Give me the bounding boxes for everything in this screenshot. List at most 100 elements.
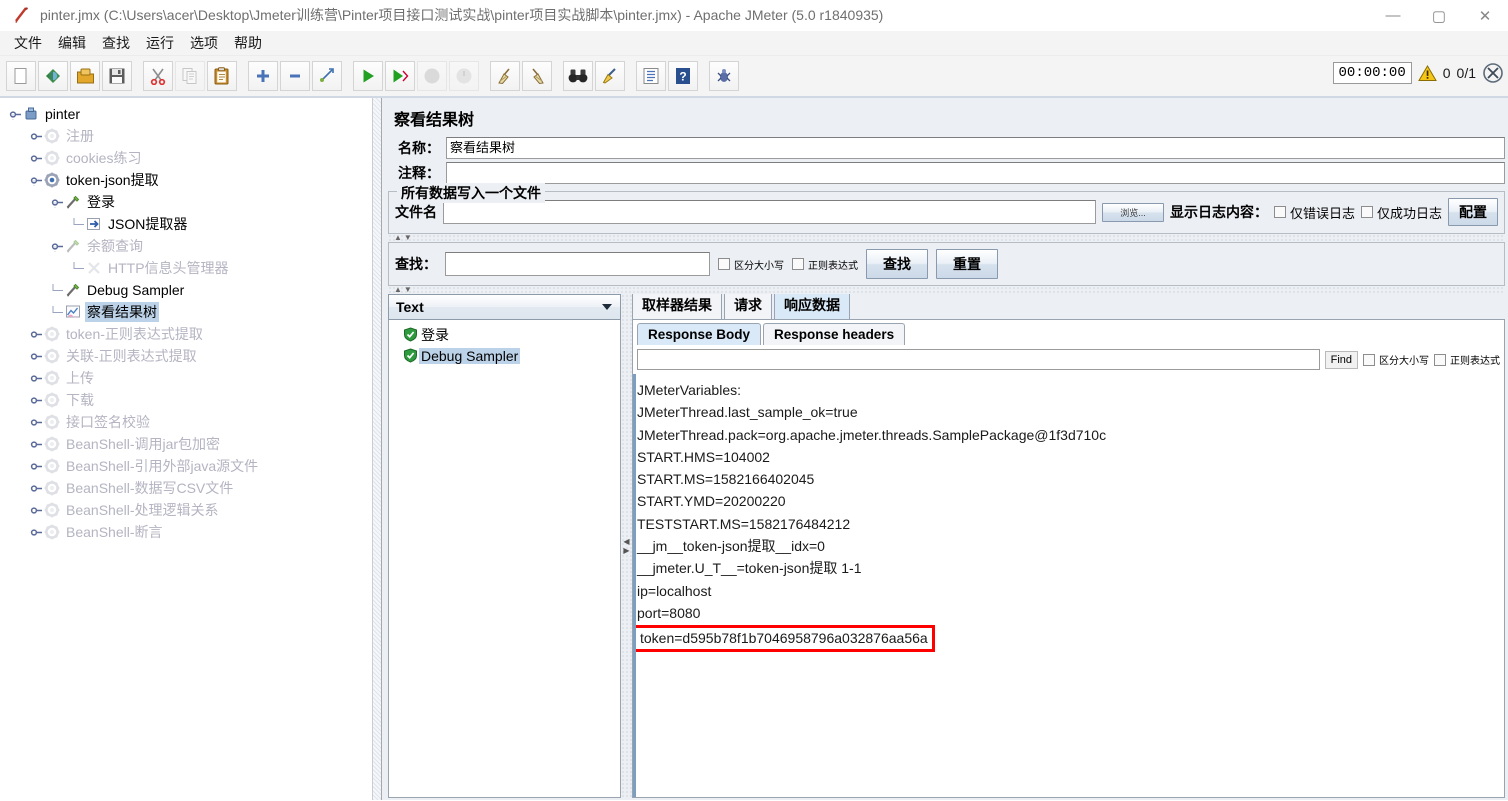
search-regex-checkbox[interactable]: 正则表达式	[792, 257, 858, 272]
minimize-button[interactable]: —	[1370, 0, 1416, 31]
tree-toggle-handle-icon[interactable]	[8, 103, 22, 125]
tree-toggle-handle-icon[interactable]	[29, 389, 43, 411]
reset-button[interactable]: 重置	[936, 249, 998, 279]
success-only-box[interactable]	[1360, 206, 1373, 218]
success-only-checkbox[interactable]: 仅成功日志	[1360, 203, 1442, 222]
paste-icon[interactable]	[207, 61, 237, 91]
lower-splitter-up-arrow[interactable]: ▲	[394, 286, 402, 294]
new-icon[interactable]	[6, 61, 36, 91]
start-no-pauses-icon[interactable]	[385, 61, 415, 91]
errors-only-checkbox[interactable]: 仅错误日志	[1273, 203, 1355, 222]
cut-icon[interactable]	[143, 61, 173, 91]
name-input[interactable]: 察看结果树	[446, 137, 1505, 159]
function-helper-icon[interactable]	[636, 61, 666, 91]
configure-button[interactable]: 配置	[1448, 198, 1498, 226]
search-regex-box[interactable]	[792, 258, 804, 270]
vertical-splitter[interactable]: ◀ ▶	[621, 294, 632, 798]
tree-node[interactable]: 关联-正则表达式提取	[0, 345, 381, 367]
splitter-down-arrow[interactable]: ▼	[404, 234, 412, 242]
test-plan-tree[interactable]: pinter 注册 cookies练习 token-json提取 登录 JSON提取器 余额…	[0, 98, 382, 800]
clear-icon[interactable]	[490, 61, 520, 91]
expand-all-icon[interactable]	[248, 61, 278, 91]
response-body-text[interactable]: JMeterVariables: JMeterThread.last_sample…	[633, 374, 1504, 797]
find-button[interactable]: 查找	[866, 249, 928, 279]
menu-run[interactable]: 运行	[138, 30, 182, 56]
tree-node[interactable]: HTTP信息头管理器	[0, 257, 381, 279]
response-case-sensitive-box[interactable]	[1363, 353, 1375, 366]
filename-input[interactable]	[443, 200, 1096, 224]
tree-toggle-handle-icon[interactable]	[29, 477, 43, 499]
sample-results-tree[interactable]: 登录 Debug Sampler	[388, 320, 621, 798]
tree-node[interactable]: pinter	[0, 103, 381, 125]
response-case-sensitive-checkbox[interactable]: 区分大小写	[1363, 352, 1429, 367]
tree-node[interactable]: BeanShell-数据写CSV文件	[0, 477, 381, 499]
tree-node[interactable]: 余额查询	[0, 235, 381, 257]
chevron-down-icon[interactable]	[602, 304, 612, 310]
tree-node[interactable]: 登录	[0, 191, 381, 213]
tree-toggle-handle-icon[interactable]	[29, 499, 43, 521]
save-icon[interactable]	[102, 61, 132, 91]
help-icon[interactable]: ?	[668, 61, 698, 91]
tree-toggle-handle-icon[interactable]	[29, 455, 43, 477]
start-icon[interactable]	[353, 61, 383, 91]
response-find-button[interactable]: Find	[1324, 350, 1358, 369]
tab-sampler-result[interactable]: 取样器结果	[632, 291, 722, 319]
result-list-item[interactable]: 登录	[389, 324, 620, 345]
search-case-sensitive-checkbox[interactable]: 区分大小写	[718, 257, 784, 272]
tree-node[interactable]: 接口签名校验	[0, 411, 381, 433]
open-icon[interactable]	[70, 61, 100, 91]
clear-all-icon[interactable]	[522, 61, 552, 91]
menu-edit[interactable]: 编辑	[50, 30, 94, 56]
tree-node[interactable]: 察看结果树	[0, 301, 381, 323]
tree-toggle-handle-icon[interactable]	[29, 521, 43, 543]
tree-toggle-handle-icon[interactable]	[29, 169, 43, 191]
tree-node[interactable]: 下载	[0, 389, 381, 411]
tab-response-headers[interactable]: Response headers	[763, 323, 906, 345]
vsplit-left-arrow[interactable]: ◀	[623, 538, 629, 546]
menu-search[interactable]: 查找	[94, 30, 138, 56]
tree-toggle-handle-icon[interactable]	[29, 411, 43, 433]
tree-toggle-handle-icon[interactable]	[29, 367, 43, 389]
response-regex-box[interactable]	[1434, 353, 1446, 366]
tree-node[interactable]: BeanShell-引用外部java源文件	[0, 455, 381, 477]
tree-toggle-handle-icon[interactable]	[50, 235, 64, 257]
splitter-up-arrow[interactable]: ▲	[394, 234, 402, 242]
search-case-sensitive-box[interactable]	[718, 258, 730, 270]
stop-threads-icon[interactable]	[1482, 62, 1504, 84]
maximize-button[interactable]: ▢	[1416, 0, 1462, 31]
tree-toggle-handle-icon[interactable]	[29, 433, 43, 455]
tree-toggle-handle-icon[interactable]	[29, 323, 43, 345]
tree-node[interactable]: 注册	[0, 125, 381, 147]
menu-file[interactable]: 文件	[6, 30, 50, 56]
vsplit-right-arrow[interactable]: ▶	[623, 547, 629, 555]
search-icon[interactable]	[563, 61, 593, 91]
templates-icon[interactable]	[38, 61, 68, 91]
tab-request[interactable]: 请求	[724, 291, 772, 319]
tree-node[interactable]: token-json提取	[0, 169, 381, 191]
search-input[interactable]	[445, 252, 710, 276]
tree-node[interactable]: BeanShell-调用jar包加密	[0, 433, 381, 455]
search-reset-icon[interactable]	[595, 61, 625, 91]
tree-node[interactable]: BeanShell-处理逻辑关系	[0, 499, 381, 521]
response-regex-checkbox[interactable]: 正则表达式	[1434, 352, 1500, 367]
tree-node[interactable]: cookies练习	[0, 147, 381, 169]
undo-icon[interactable]	[709, 61, 739, 91]
tree-node[interactable]: JSON提取器	[0, 213, 381, 235]
menu-options[interactable]: 选项	[182, 30, 226, 56]
warning-triangle-icon[interactable]	[1417, 64, 1437, 82]
result-list-item[interactable]: Debug Sampler	[389, 345, 620, 366]
tab-response-data[interactable]: 响应数据	[774, 291, 850, 319]
tree-toggle-handle-icon[interactable]	[50, 191, 64, 213]
renderer-combobox[interactable]: Text	[388, 294, 621, 320]
tab-response-body[interactable]: Response Body	[637, 323, 762, 345]
lower-splitter[interactable]: ▲ ▼	[388, 286, 1505, 294]
menu-help[interactable]: 帮助	[226, 30, 270, 56]
response-find-input[interactable]	[637, 349, 1320, 370]
tree-toggle-handle-icon[interactable]	[29, 125, 43, 147]
collapse-all-icon[interactable]	[280, 61, 310, 91]
tree-toggle-handle-icon[interactable]	[29, 147, 43, 169]
tree-toggle-handle-icon[interactable]	[29, 345, 43, 367]
upper-splitter[interactable]: ▲ ▼	[388, 234, 1505, 242]
comment-input[interactable]	[446, 162, 1505, 184]
tree-node[interactable]: token-正则表达式提取	[0, 323, 381, 345]
